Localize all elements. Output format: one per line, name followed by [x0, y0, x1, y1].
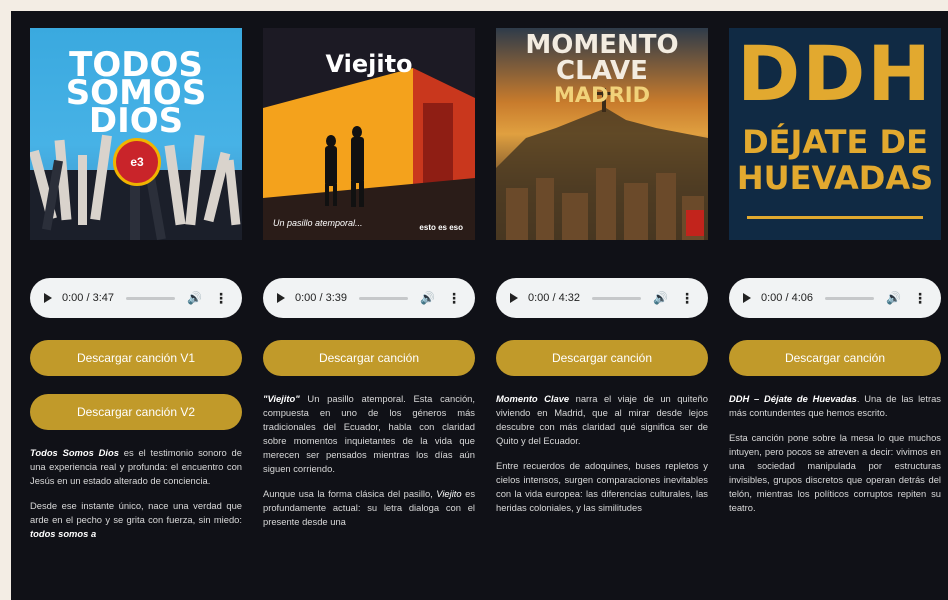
- volume-icon[interactable]: 🔊: [187, 291, 202, 305]
- volume-icon[interactable]: 🔊: [886, 291, 901, 305]
- download-button-v1[interactable]: Descargar canción V1: [30, 340, 242, 376]
- song-description: Momento Clave narra el viaje de un quite…: [496, 392, 708, 515]
- cover-title: DÉJATE DE HUEVADAS: [729, 124, 941, 196]
- seek-bar[interactable]: [359, 296, 409, 300]
- cover-title-line: MADRID: [554, 83, 650, 107]
- more-vert-icon[interactable]: ⋮: [913, 290, 927, 307]
- song-description: DDH – Déjate de Huevadas. Una de las let…: [729, 392, 941, 515]
- player-time: 0:00 / 3:39: [295, 292, 347, 304]
- cover-title-big: DDH: [737, 29, 933, 118]
- cover-subtitle: Un pasillo atemporal...: [273, 218, 363, 228]
- cover-title-line: MOMENTO: [525, 30, 679, 60]
- cover-title: Viejito: [325, 50, 413, 78]
- album-cover: MOMENTO CLAVE MADRID: [496, 28, 708, 240]
- cover-title-line: CLAVE: [556, 56, 648, 86]
- description-text: Entre recuerdos de adoquines, buses repl…: [496, 460, 708, 513]
- more-vert-icon[interactable]: ⋮: [680, 290, 694, 307]
- song-title-inline: "Viejito": [263, 393, 300, 404]
- more-vert-icon[interactable]: ⋮: [214, 290, 228, 307]
- song-description: "Viejito" Un pasillo atemporal. Esta can…: [263, 392, 475, 529]
- album-cover: TODOS SOMOS DIOS e3: [30, 28, 242, 240]
- play-icon[interactable]: [44, 293, 52, 303]
- download-button[interactable]: Descargar canción: [263, 340, 475, 376]
- volume-icon[interactable]: 🔊: [653, 291, 668, 305]
- song-title-inline: Momento Clave: [496, 393, 570, 404]
- description-text: Aunque usa la forma clásica del pasillo,: [263, 488, 437, 499]
- emphasis-text: Viejito: [436, 488, 462, 499]
- player-time: 0:00 / 3:47: [62, 292, 114, 304]
- cover-title-line: DÉJATE DE: [742, 123, 928, 161]
- player-time: 0:00 / 4:32: [528, 292, 580, 304]
- song-card-todos-somos-dios: TODOS SOMOS DIOS e3 0:00 / 3:47 🔊 ⋮ Desc…: [30, 28, 242, 552]
- seek-bar[interactable]: [592, 296, 642, 300]
- download-button-v2[interactable]: Descargar canción V2: [30, 394, 242, 430]
- song-title-inline: Todos Somos Dios: [30, 447, 119, 458]
- song-description: Todos Somos Dios es el testimonio sonoro…: [30, 446, 242, 541]
- song-card-viejito: Viejito Un pasillo atemporal... esto es …: [263, 28, 475, 540]
- play-icon[interactable]: [743, 293, 751, 303]
- audio-player[interactable]: 0:00 / 3:39 🔊 ⋮: [263, 278, 475, 318]
- description-text: Un pasillo atemporal. Esta canción, comp…: [263, 393, 475, 474]
- seek-bar[interactable]: [126, 296, 176, 300]
- play-icon[interactable]: [510, 293, 518, 303]
- cover-underline: [747, 216, 923, 219]
- description-text: Esta canción pone sobre la mesa lo que m…: [729, 432, 941, 513]
- seek-bar[interactable]: [825, 296, 875, 300]
- brand-logo: esto es eso: [419, 223, 463, 232]
- more-vert-icon[interactable]: ⋮: [447, 290, 461, 307]
- download-button[interactable]: Descargar canción: [496, 340, 708, 376]
- song-card-ddh: DDH DÉJATE DE HUEVADAS 0:00 / 4:06 🔊 ⋮ D…: [729, 28, 941, 526]
- audio-player[interactable]: 0:00 / 4:06 🔊 ⋮: [729, 278, 941, 318]
- badge-logo: e3: [113, 138, 161, 186]
- cover-title: MOMENTO CLAVE MADRID: [496, 32, 708, 106]
- volume-icon[interactable]: 🔊: [420, 291, 435, 305]
- play-icon[interactable]: [277, 293, 285, 303]
- album-cover: Viejito Un pasillo atemporal... esto es …: [263, 28, 475, 240]
- audio-player[interactable]: 0:00 / 4:32 🔊 ⋮: [496, 278, 708, 318]
- song-card-momento-clave: MOMENTO CLAVE MADRID 0:00 / 4:32 🔊 ⋮ Des…: [496, 28, 708, 526]
- emphasis-text: todos somos a: [30, 528, 97, 539]
- song-title-inline: DDH – Déjate de Huevadas: [729, 393, 857, 404]
- description-text: Desde ese instante único, nace una verda…: [30, 500, 242, 525]
- songs-panel: TODOS SOMOS DIOS e3 0:00 / 3:47 🔊 ⋮ Desc…: [11, 11, 948, 600]
- download-button[interactable]: Descargar canción: [729, 340, 941, 376]
- audio-player[interactable]: 0:00 / 3:47 🔊 ⋮: [30, 278, 242, 318]
- album-cover: DDH DÉJATE DE HUEVADAS: [729, 28, 941, 240]
- cover-title-line: HUEVADAS: [736, 159, 934, 197]
- player-time: 0:00 / 4:06: [761, 292, 813, 304]
